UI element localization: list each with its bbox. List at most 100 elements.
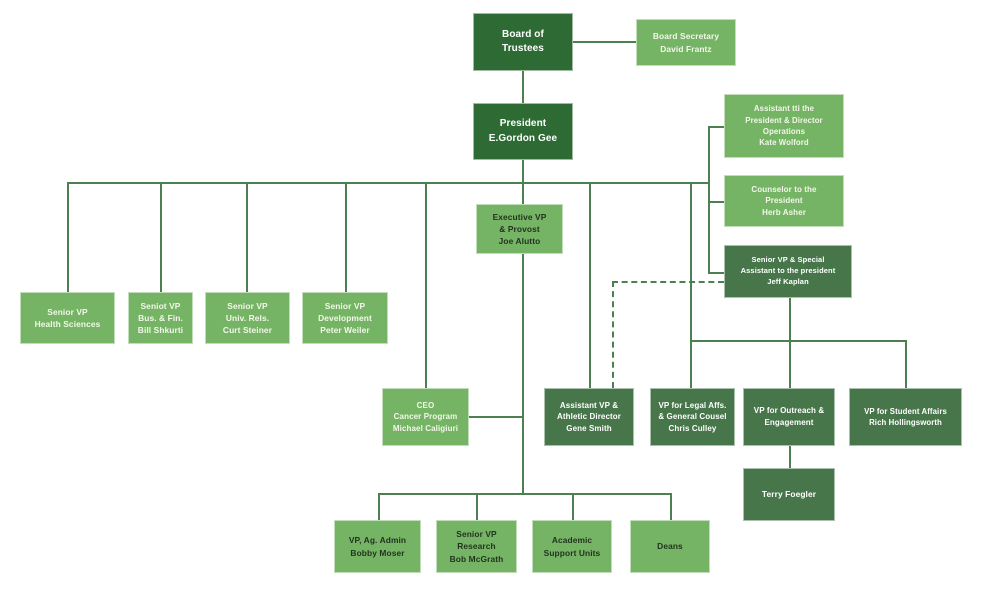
connector-line <box>522 71 524 103</box>
org-node-label-line: President <box>499 118 547 129</box>
connector-line <box>690 340 905 342</box>
org-node-label-line: VP for Outreach & <box>753 406 825 416</box>
org-node-label-line: Kate Wolford <box>759 138 809 148</box>
org-node-label-line: Assistant to the president <box>740 266 836 276</box>
org-node-label-line: Development <box>318 312 372 323</box>
org-node-label-line: Bobby Moser <box>350 547 405 558</box>
org-node-vp_student_affairs[interactable]: VP for Student Affairs Rich Hollingsworth <box>849 388 962 446</box>
connector-line <box>789 446 791 468</box>
org-node-label-line: Deans <box>657 541 683 552</box>
org-node-label-line: Health Sciences <box>34 319 101 329</box>
org-node-senior_vp_special[interactable]: Senior VP & Special Assistant to the pres… <box>724 245 852 298</box>
org-node-label-line: Senior VP <box>324 300 366 311</box>
org-node-svp_univ_rels[interactable]: Senior VP Univ. Rels. Curt Steiner <box>205 292 290 344</box>
connector-line <box>690 340 692 388</box>
org-node-vp_outreach[interactable]: VP for Outreach & Engagement <box>743 388 835 446</box>
org-node-label-line: Jeff Kaplan <box>767 276 809 286</box>
connector-line <box>522 254 524 493</box>
org-node-athletic_director[interactable]: Assistant VP & Athletic Director Gene Smit… <box>544 388 634 446</box>
org-node-label-line: Senior VP <box>227 300 268 311</box>
org-node-label-line: Support Units <box>543 547 601 558</box>
connector-line <box>476 493 478 520</box>
org-node-label-line: Rich Hollingsworth <box>869 418 942 427</box>
org-node-label-line: & General Cousel <box>658 412 727 422</box>
org-node-label-line: E.Gordon Gee <box>488 132 558 144</box>
org-node-label-line: Senior VP <box>456 529 497 540</box>
org-node-label-line: Terry Foegler <box>761 489 817 500</box>
org-node-label-line: Gene Smith <box>566 423 612 433</box>
connector-line <box>67 182 708 184</box>
org-node-label-line: David Frantz <box>660 43 712 54</box>
org-node-label-line: Herb Asher <box>762 207 806 217</box>
connector-line <box>378 493 380 520</box>
org-node-label-line: Senior VP <box>47 306 88 317</box>
connector-line <box>708 126 724 128</box>
org-node-label-line: Bus. & Fin. <box>138 312 183 323</box>
org-node-label-line: Univ. Rels. <box>225 312 270 323</box>
connector-line <box>378 493 670 495</box>
org-node-label-line: Counselor to the <box>751 184 817 194</box>
org-node-exec_vp_provost[interactable]: Executive VP & Provost Joe Alutto <box>476 204 563 254</box>
org-node-label-line: Peter Weiler <box>320 325 370 336</box>
org-node-label-line: Chris Culley <box>668 423 717 433</box>
org-node-label-line: Athletic Director <box>557 412 621 422</box>
dashed-connector-line <box>612 281 614 388</box>
org-node-label-line: Engagement <box>764 418 814 427</box>
connector-line <box>160 182 162 292</box>
connector-line <box>573 41 636 43</box>
org-node-label-line: Board of <box>502 28 544 40</box>
org-node-board_secretary[interactable]: Board Secretary David Frantz <box>636 19 736 66</box>
org-node-label-line: Assistant VP & <box>559 400 619 410</box>
org-node-label-line: Assistant tti the <box>753 104 815 114</box>
org-node-label-line: & Provost <box>499 223 540 234</box>
org-node-board[interactable]: Board of Trustees <box>473 13 573 71</box>
org-node-ceo_cancer[interactable]: CEO Cancer Program Michael Caligiuri <box>382 388 469 446</box>
connector-line <box>246 182 248 292</box>
org-node-label-line: Board Secretary <box>652 31 720 42</box>
org-node-label-line: President <box>765 196 803 206</box>
org-node-academic_support[interactable]: Academic Support Units <box>532 520 612 573</box>
org-node-label-line: Trustees <box>502 43 544 54</box>
org-node-terry_foegler[interactable]: Terry Foegler <box>743 468 835 521</box>
org-node-label-line: President & Director <box>745 115 823 125</box>
connector-line <box>670 493 672 520</box>
org-node-label-line: Academic <box>551 535 593 546</box>
connector-line <box>789 298 791 388</box>
org-node-svp_research[interactable]: Senior VP Research Bob McGrath <box>436 520 517 573</box>
org-node-label-line: VP, Ag. Admin <box>348 535 407 546</box>
dashed-connector-line <box>612 281 724 283</box>
connector-line <box>708 126 710 272</box>
org-node-label-line: Curt Steiner <box>222 325 273 336</box>
org-node-president[interactable]: President E.Gordon Gee <box>473 103 573 160</box>
org-node-svp_bus_fin[interactable]: Seniot VP Bus. & Fin. Bill Shkurti <box>128 292 193 344</box>
connector-line <box>572 493 574 520</box>
org-node-label-line: Research <box>457 541 496 552</box>
connector-line <box>425 182 427 388</box>
org-node-label-line: Seniot VP <box>140 300 181 311</box>
org-node-vp_legal[interactable]: VP for Legal Affs. & General Cousel Chris … <box>650 388 735 446</box>
connector-line <box>67 182 69 292</box>
org-node-label-line: Cancer Program <box>393 412 458 422</box>
connector-line <box>708 201 724 203</box>
org-node-deans[interactable]: Deans <box>630 520 710 573</box>
org-node-counselor[interactable]: Counselor to the President Herb Asher <box>724 175 844 227</box>
org-node-label-line: VP for Legal Affs. <box>658 400 727 410</box>
org-node-vp_ag_admin[interactable]: VP, Ag. Admin Bobby Moser <box>334 520 421 573</box>
org-node-label-line: Operations <box>762 127 806 136</box>
connector-line <box>345 182 347 292</box>
connector-line <box>589 182 591 388</box>
org-node-label-line: VP for Student Affairs <box>864 406 947 416</box>
org-node-label-line: Michael Caligiuri <box>392 423 459 433</box>
org-node-label-line: Senior VP & Special <box>751 255 825 265</box>
org-node-label-line: Bob McGrath <box>449 553 504 564</box>
org-node-assistant_president[interactable]: Assistant tti the President & Director Ope… <box>724 94 844 158</box>
org-node-svp_health[interactable]: Senior VP Health Sciences <box>20 292 115 344</box>
connector-line <box>905 340 907 388</box>
org-node-label-line: Bill Shkurti <box>137 325 184 336</box>
org-node-label-line: CEO <box>416 400 435 410</box>
org-chart-canvas: Board of Trustees Board Secretary David Fra… <box>0 0 982 590</box>
connector-line <box>469 416 522 418</box>
org-node-svp_development[interactable]: Senior VP Development Peter Weiler <box>302 292 388 344</box>
org-node-label-line: Executive VP <box>492 211 547 222</box>
org-node-label-line: Joe Alutto <box>498 236 541 247</box>
